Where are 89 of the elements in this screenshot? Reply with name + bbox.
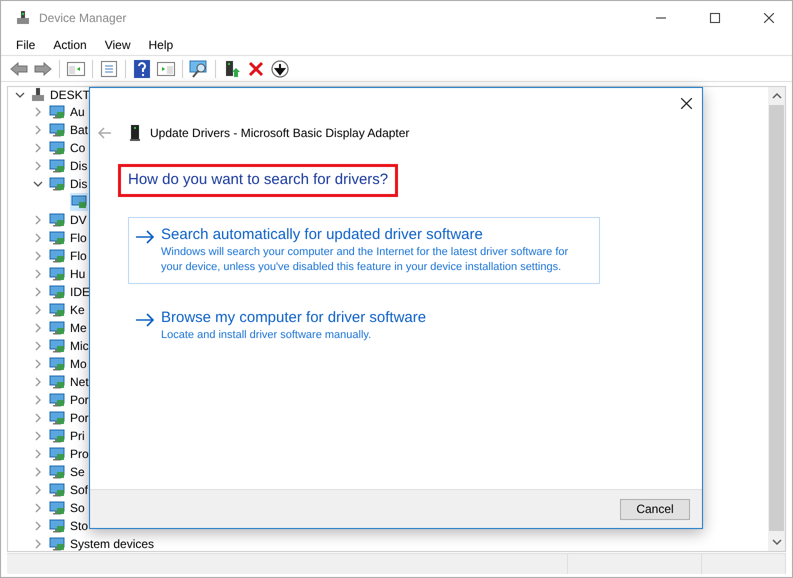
maximize-icon: [710, 13, 720, 23]
tree-item[interactable]: Sof: [70, 483, 88, 497]
dialog-heading: How do you want to search for drivers?: [118, 164, 398, 197]
device-icon: [48, 535, 66, 551]
menu-item[interactable]: View: [96, 38, 140, 52]
option-link[interactable]: Browse my computer for driver software Locate and install driver software manually.: [128, 300, 600, 352]
tree-item[interactable]: Mic: [70, 339, 89, 353]
device-icon: [48, 463, 66, 481]
device-icon: [48, 409, 66, 427]
tree-item[interactable]: Por: [70, 411, 89, 425]
option-title: Browse my computer for driver software: [161, 309, 426, 326]
panel-icon: [157, 62, 175, 76]
device-icon: [48, 247, 66, 265]
panel-icon: [67, 62, 85, 76]
tree-item[interactable]: Sto: [70, 519, 88, 533]
device-icon: [48, 517, 66, 535]
scroll-down-icon[interactable]: [772, 537, 782, 547]
device-icon[interactable]: [70, 193, 88, 211]
tree-item[interactable]: Dis: [70, 159, 88, 173]
tree-item[interactable]: Hu: [70, 267, 86, 281]
tree-item[interactable]: So: [70, 501, 85, 515]
device-icon: [48, 319, 66, 337]
device-icon: [48, 175, 66, 193]
tree-item[interactable]: IDE: [70, 285, 90, 299]
help-button[interactable]: [132, 58, 152, 78]
tree-item[interactable]: Flo: [70, 249, 87, 263]
option-description: Windows will search your computer and the Internet for the latest driver software for your device, unless you've disabled this feature in your device installation settings.: [161, 245, 570, 275]
tree-item[interactable]: DESKT: [50, 88, 90, 102]
device-icon: [48, 301, 66, 319]
device-icon: [48, 103, 66, 121]
device-icon: [48, 481, 66, 499]
cross-icon: [248, 60, 264, 76]
device-icon: [48, 355, 66, 373]
tree-item[interactable]: Flo: [70, 231, 87, 245]
device-icon: [48, 499, 66, 517]
device-icon: [48, 265, 66, 283]
app-icon: [15, 10, 31, 26]
scroll-up-icon[interactable]: [772, 91, 782, 101]
device-icon: [48, 283, 66, 301]
tree-item[interactable]: Pri: [70, 429, 85, 443]
tree-item[interactable]: Dis: [70, 177, 88, 191]
monitor-search-icon: [189, 60, 209, 78]
device-icon: [48, 139, 66, 157]
device-icon: [48, 391, 66, 409]
arrow-icon: [135, 313, 155, 327]
scrollbar[interactable]: [768, 87, 785, 551]
back-arrow-icon[interactable]: [98, 127, 112, 139]
computer-icon: [30, 87, 46, 103]
menu-item[interactable]: File: [7, 38, 44, 52]
tree-item[interactable]: Ke: [70, 303, 85, 317]
tree-item[interactable]: Co: [70, 141, 86, 155]
back-arrow-icon: [10, 62, 28, 76]
tree-item[interactable]: Mo: [70, 357, 87, 371]
tree-item[interactable]: Por: [70, 393, 89, 407]
tree-item[interactable]: DV: [70, 213, 87, 227]
device-icon: [130, 125, 140, 141]
tree-item[interactable]: Se: [70, 465, 85, 479]
dialog-title: Update Drivers - Microsoft Basic Display Adapter: [150, 126, 410, 140]
tree-item[interactable]: Pro: [70, 447, 89, 461]
device-icon: [48, 445, 66, 463]
download-button[interactable]: [270, 58, 290, 78]
cancel-button[interactable]: Cancel: [620, 498, 690, 520]
device-icon: [48, 373, 66, 391]
update-driver-icon: [223, 60, 241, 78]
menu-item[interactable]: Help: [140, 38, 182, 52]
help-icon: [134, 60, 150, 78]
tree-item[interactable]: System devices: [70, 537, 154, 551]
close-icon: [764, 13, 774, 23]
menu-item[interactable]: Action: [44, 38, 96, 52]
close-icon: [680, 98, 692, 108]
scan-button[interactable]: [189, 58, 209, 78]
option-description: Locate and install driver software manually.: [161, 328, 372, 343]
device-icon: [48, 427, 66, 445]
tree-item[interactable]: Au: [70, 105, 85, 119]
device-icon: [48, 121, 66, 139]
device-icon: [48, 229, 66, 247]
tree-item[interactable]: Me: [70, 321, 87, 335]
properties-icon: [101, 60, 117, 76]
device-icon: [48, 211, 66, 229]
arrow-icon: [135, 230, 155, 244]
device-icon: [48, 337, 66, 355]
window-title: Device Manager: [39, 11, 128, 25]
tree-item[interactable]: Net: [70, 375, 89, 389]
properties-button[interactable]: [99, 58, 119, 78]
tree-item[interactable]: Bat: [70, 123, 88, 137]
device-icon: [48, 157, 66, 175]
forward-arrow-icon: [34, 62, 52, 76]
option-link[interactable]: [128, 217, 600, 284]
option-title: Search automatically for updated driver software: [161, 226, 484, 243]
